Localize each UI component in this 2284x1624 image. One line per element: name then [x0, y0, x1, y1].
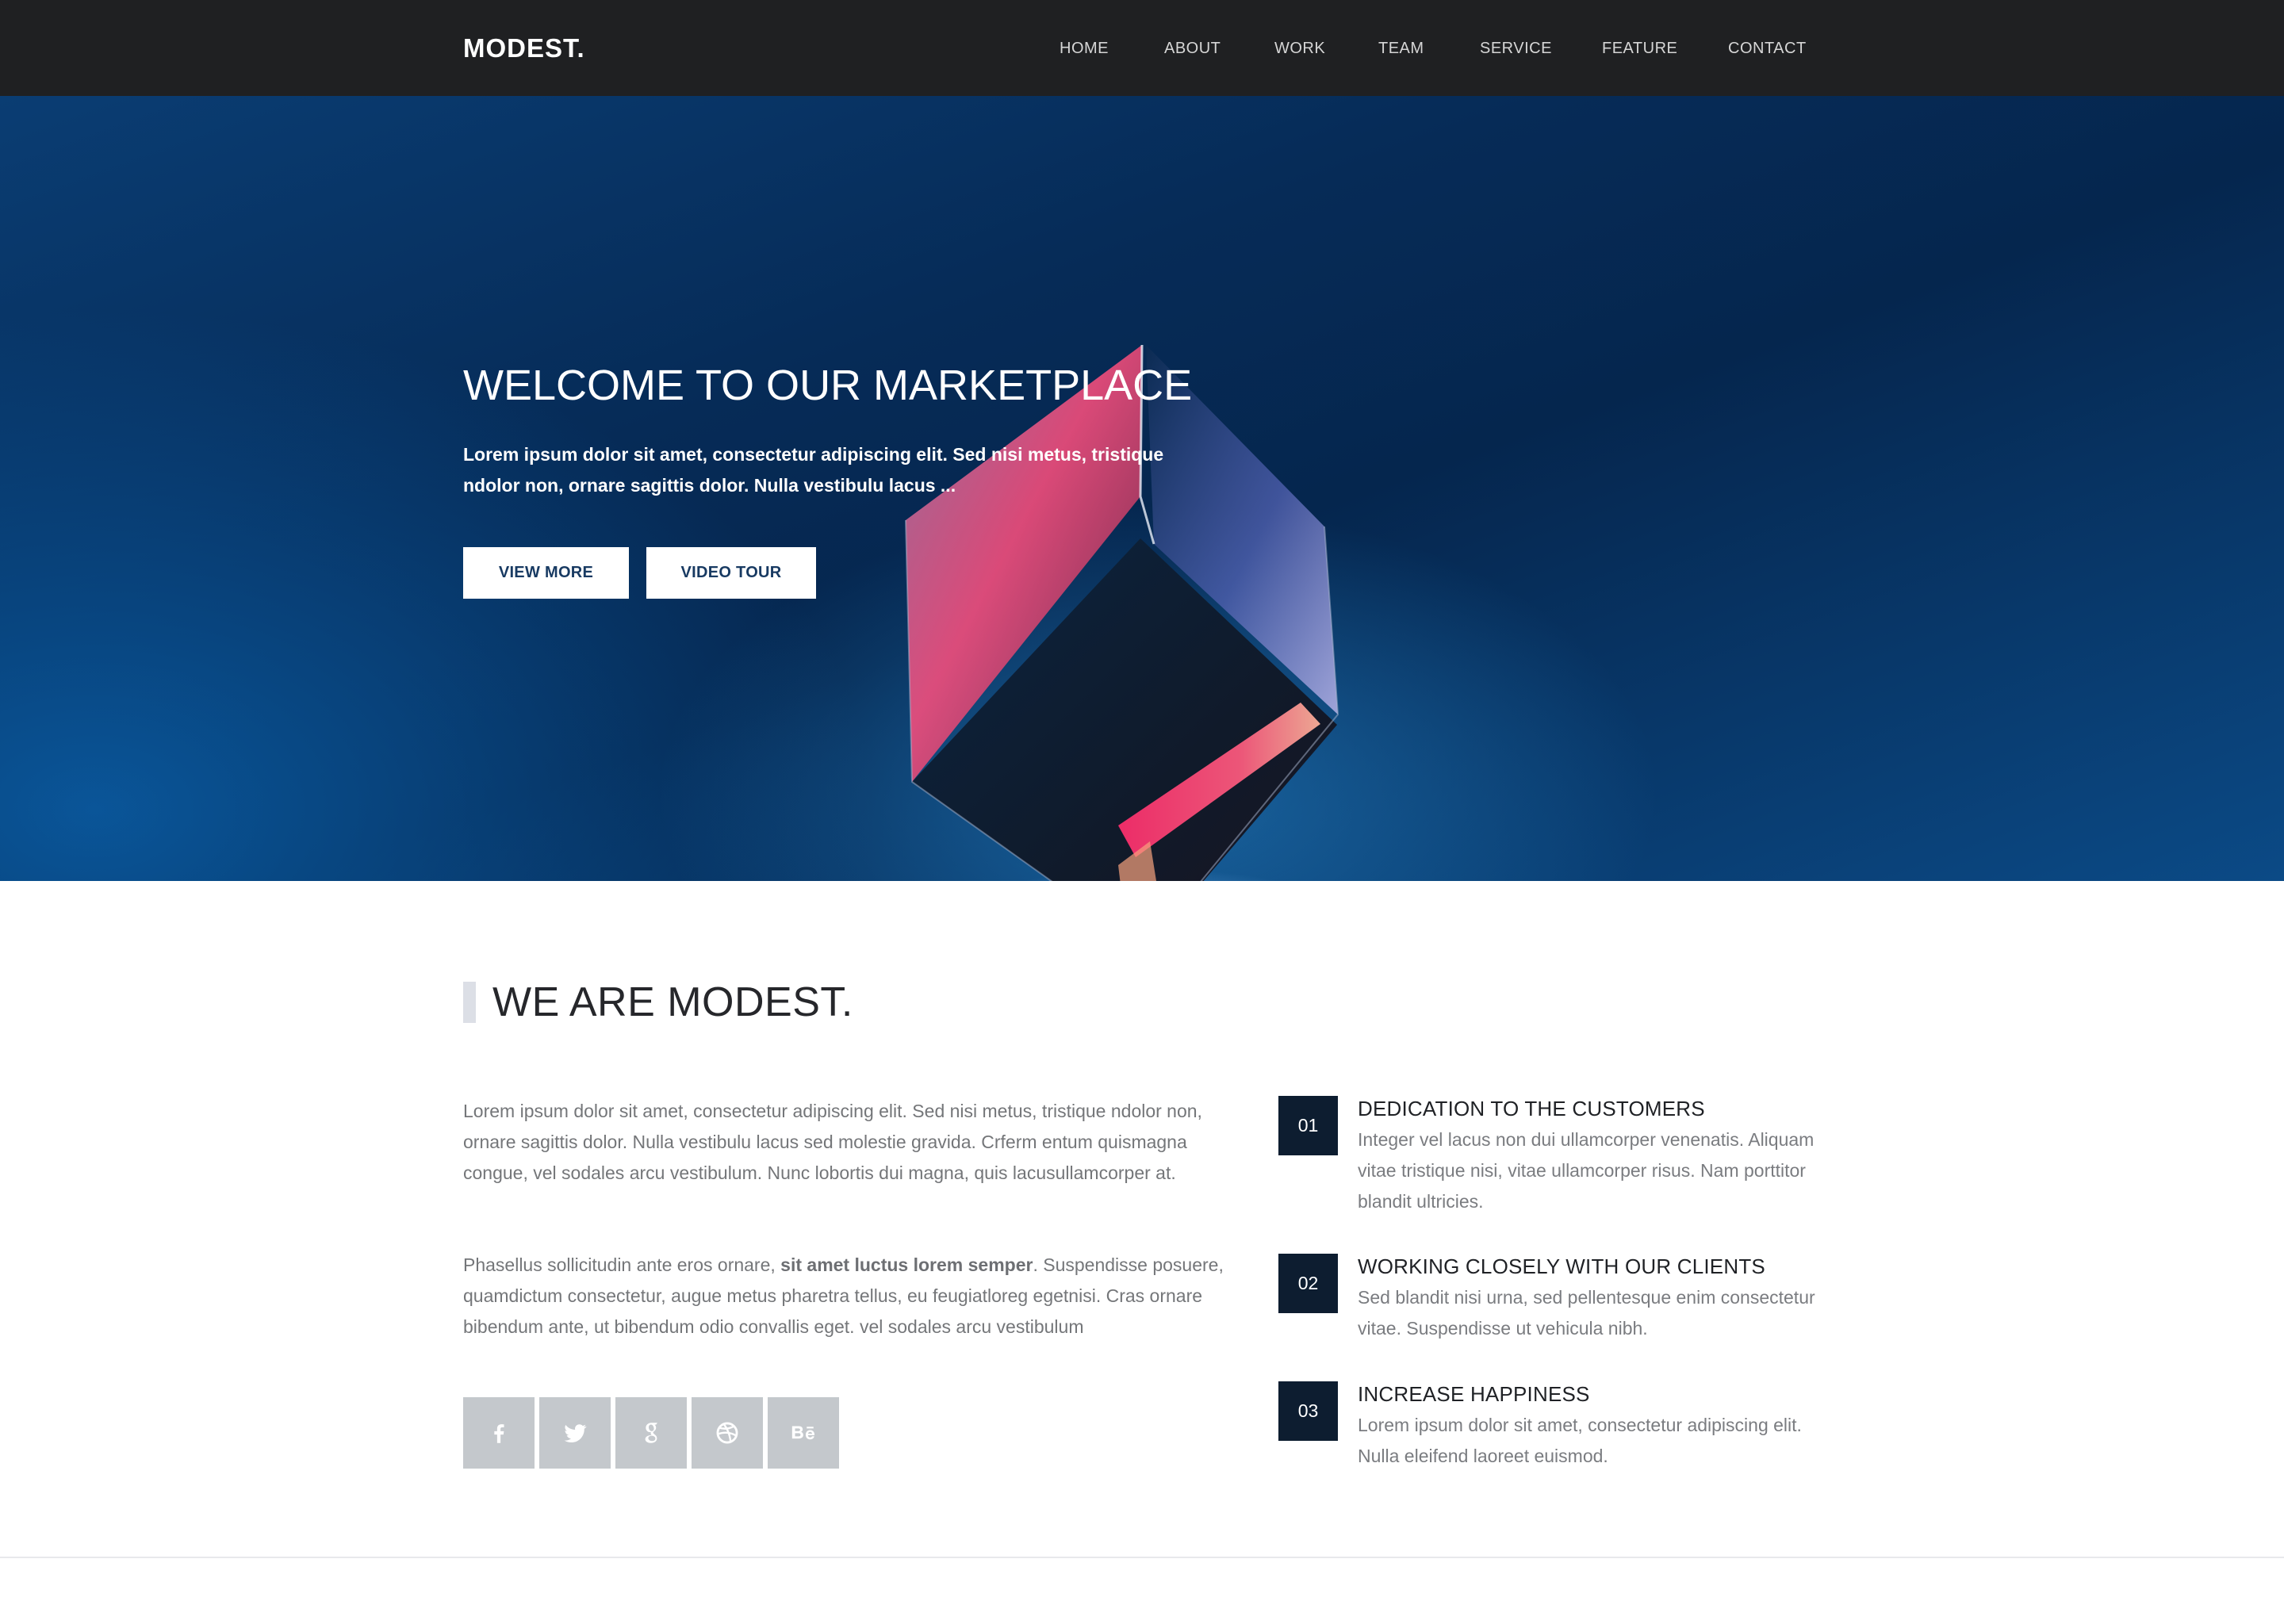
nav-home[interactable]: HOME [1060, 36, 1109, 60]
nav-service[interactable]: SERVICE [1480, 36, 1552, 60]
view-more-button[interactable]: VIEW MORE [463, 547, 629, 599]
hero-crystal-cube-image [905, 344, 1339, 881]
feature-number-badge: 01 [1278, 1096, 1338, 1155]
about-section-title: WE ARE MODEST. [492, 979, 853, 1025]
feature-title: INCREASE HAPPINESS [1358, 1382, 1590, 1406]
feature-text: Lorem ipsum dolor sit amet, consectetur … [1358, 1415, 1802, 1466]
nav-feature[interactable]: FEATURE [1602, 36, 1677, 60]
twitter-icon [564, 1424, 587, 1443]
facebook-icon [494, 1424, 504, 1443]
feature-number-badge: 02 [1278, 1254, 1338, 1313]
top-navbar: MODEST. HOME ABOUT WORK TEAM SERVICE FEA… [0, 0, 2284, 96]
dribbble-icon [716, 1422, 738, 1444]
section-divider [0, 1557, 2284, 1558]
video-tour-label: VIDEO TOUR [680, 564, 782, 581]
nav-about[interactable]: ABOUT [1164, 36, 1221, 60]
main-nav: HOME ABOUT WORK TEAM SERVICE FEATURE CON… [0, 36, 2284, 60]
section-title-accent-bar [463, 982, 476, 1023]
facebook-button[interactable] [463, 1397, 535, 1469]
nav-team[interactable]: TEAM [1378, 36, 1424, 60]
feature-title: DEDICATION TO THE CUSTOMERS [1358, 1097, 1705, 1120]
hero-section: WELCOME TO OUR MARKETPLACE Lorem ipsum d… [0, 96, 2284, 881]
twitter-button[interactable] [539, 1397, 611, 1469]
google-button[interactable] [615, 1397, 687, 1469]
nav-work[interactable]: WORK [1274, 36, 1325, 60]
feature-title: WORKING CLOSELY WITH OUR CLIENTS [1358, 1254, 1765, 1278]
about-paragraph-2-start: Phasellus sollicitudin ante eros ornare, [463, 1254, 781, 1275]
view-more-label: VIEW MORE [498, 564, 594, 581]
nav-contact[interactable]: CONTACT [1728, 36, 1807, 60]
about-paragraph-2-bold: sit amet luctus lorem semper [780, 1254, 1033, 1275]
hero-title: WELCOME TO OUR MARKETPLACE [463, 362, 1193, 409]
hero-description: Lorem ipsum dolor sit amet, consectetur … [463, 444, 1164, 496]
feature-text: Sed blandit nisi urna, sed pellentesque … [1358, 1287, 1815, 1339]
google-icon [645, 1423, 657, 1443]
feature-number-badge: 03 [1278, 1381, 1338, 1441]
dribbble-button[interactable] [692, 1397, 763, 1469]
video-tour-button[interactable]: VIDEO TOUR [646, 547, 816, 599]
feature-text: Integer vel lacus non dui ullamcorper ve… [1358, 1129, 1815, 1212]
about-paragraph-1: Lorem ipsum dolor sit amet, consectetur … [463, 1101, 1202, 1183]
behance-button[interactable] [768, 1397, 839, 1469]
about-paragraph-2: Phasellus sollicitudin ante eros ornare,… [463, 1250, 1224, 1342]
behance-icon [791, 1426, 815, 1440]
